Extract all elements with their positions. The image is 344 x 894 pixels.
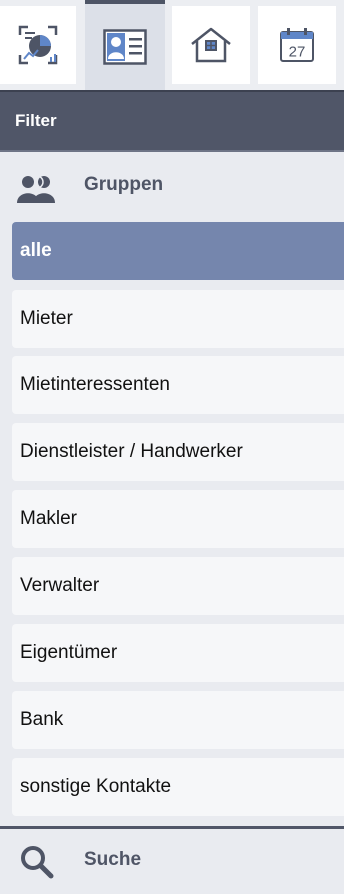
calendar-icon: 27 [280, 28, 314, 62]
search-icon [21, 846, 54, 879]
group-item-alle[interactable]: alle [12, 222, 344, 280]
top-toolbar: 27 [0, 0, 344, 90]
group-item-mieter[interactable]: Mieter [12, 290, 344, 348]
group-item-bank[interactable]: Bank [12, 691, 344, 749]
chart-report-icon [18, 25, 58, 65]
filter-header: Filter [0, 90, 344, 152]
search-toggle[interactable]: Suche [0, 826, 344, 894]
calendar-day: 27 [289, 44, 306, 61]
groups-header: Gruppen [0, 152, 344, 220]
group-item-verwalter[interactable]: Verwalter [12, 557, 344, 615]
contact-card-icon [103, 29, 147, 65]
groups-title: Gruppen [84, 174, 164, 195]
group-item-makler[interactable]: Makler [12, 490, 344, 548]
group-item-eigentuemer[interactable]: Eigentümer [12, 624, 344, 682]
house-icon [191, 27, 231, 63]
reports-tool-button[interactable] [0, 6, 76, 84]
group-item-sonstige-kontakte[interactable]: sonstige Kontakte [12, 758, 344, 816]
group-item-dienstleister-handwerker[interactable]: Dienstleister / Handwerker [12, 423, 344, 481]
group-item-mietinteressenten[interactable]: Mietinteressenten [12, 356, 344, 414]
calendar-tool-button[interactable]: 27 [258, 6, 336, 84]
users-icon [17, 175, 55, 203]
contacts-tool-button[interactable] [85, 0, 165, 90]
properties-tool-button[interactable] [172, 6, 250, 84]
search-label: Suche [84, 849, 142, 870]
